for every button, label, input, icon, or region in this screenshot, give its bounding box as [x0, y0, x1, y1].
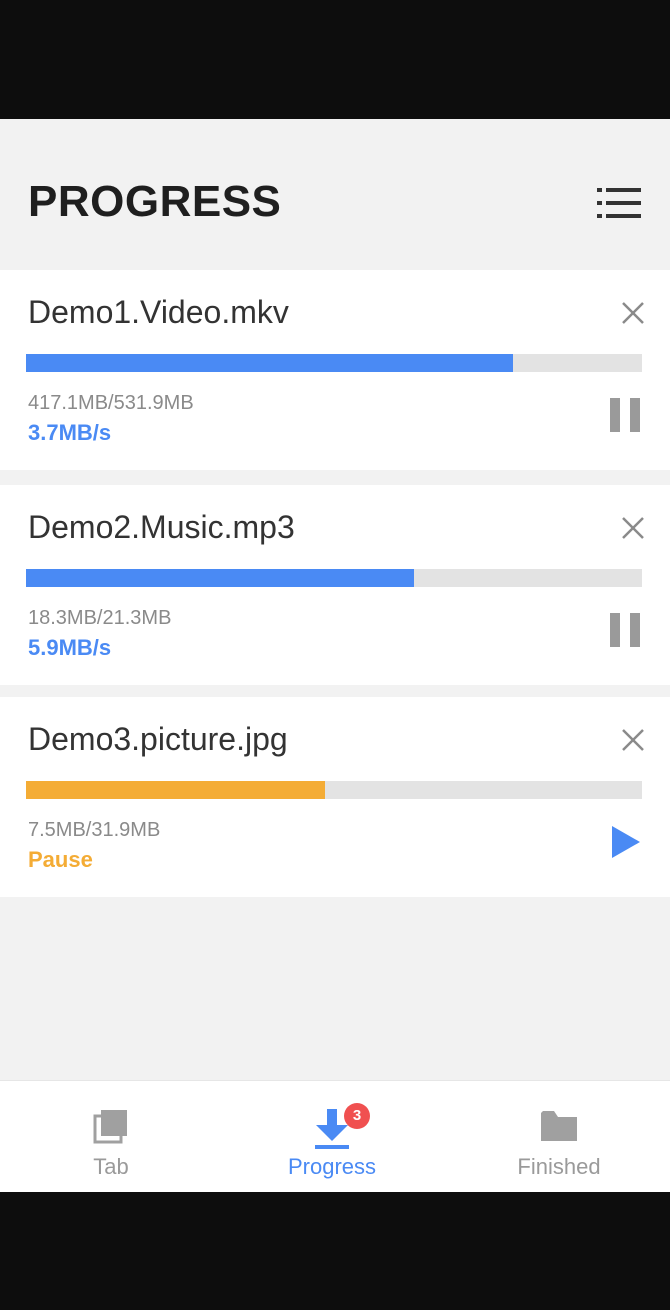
- nav-tab[interactable]: Tab: [11, 1081, 211, 1192]
- pause-button[interactable]: [608, 611, 642, 649]
- nav-progress[interactable]: 3 Progress: [232, 1081, 432, 1192]
- nav-label: Tab: [93, 1154, 129, 1179]
- download-speed: 3.7MB/s: [28, 420, 112, 445]
- download-size: 18.3MB/21.3MB: [28, 607, 172, 629]
- list-menu-icon: [597, 188, 641, 218]
- progress-track: [26, 781, 642, 799]
- cancel-download-button[interactable]: [620, 300, 646, 326]
- pause-icon: [610, 613, 640, 647]
- download-item: Demo1.Video.mkv 417.1MB/531.9MB 3.7MB/s: [0, 270, 670, 470]
- download-status: Pause: [28, 847, 93, 872]
- progress-track: [26, 354, 642, 372]
- page-title: PROGRESS: [28, 177, 282, 226]
- resume-button[interactable]: [608, 823, 642, 861]
- nav-label: Progress: [287, 1154, 377, 1179]
- download-item: Demo2.Music.mp3 18.3MB/21.3MB 5.9MB/s: [0, 485, 670, 685]
- nav-label: Finished: [517, 1154, 601, 1179]
- progress-fill: [26, 569, 415, 587]
- pause-icon: [610, 398, 640, 432]
- pause-button[interactable]: [608, 396, 642, 434]
- nav-finished[interactable]: Finished: [459, 1081, 659, 1192]
- tabs-icon: [93, 1110, 127, 1144]
- file-name: Demo1.Video.mkv: [28, 294, 289, 330]
- close-icon: [622, 729, 644, 751]
- list-menu-button[interactable]: [594, 185, 644, 221]
- cancel-download-button[interactable]: [620, 515, 646, 541]
- download-size: 7.5MB/31.9MB: [28, 819, 161, 841]
- progress-fill: [26, 781, 326, 799]
- folder-icon: [541, 1111, 577, 1141]
- header: PROGRESS: [0, 119, 670, 269]
- download-speed: 5.9MB/s: [28, 635, 112, 660]
- download-item: Demo3.picture.jpg 7.5MB/31.9MB Pause: [0, 697, 670, 897]
- progress-fill: [26, 354, 513, 372]
- cancel-download-button[interactable]: [620, 727, 646, 753]
- bottom-nav: Tab 3 Progress Finished: [0, 1080, 670, 1192]
- app-screen: PROGRESS Demo1.Video.mkv 417.1MB/531.9MB: [0, 119, 670, 1192]
- play-icon: [612, 826, 640, 858]
- download-count-badge: 3: [344, 1103, 370, 1129]
- file-name: Demo3.picture.jpg: [28, 721, 288, 757]
- file-name: Demo2.Music.mp3: [28, 509, 295, 545]
- close-icon: [622, 302, 644, 324]
- progress-track: [26, 569, 642, 587]
- close-icon: [622, 517, 644, 539]
- download-size: 417.1MB/531.9MB: [28, 392, 194, 414]
